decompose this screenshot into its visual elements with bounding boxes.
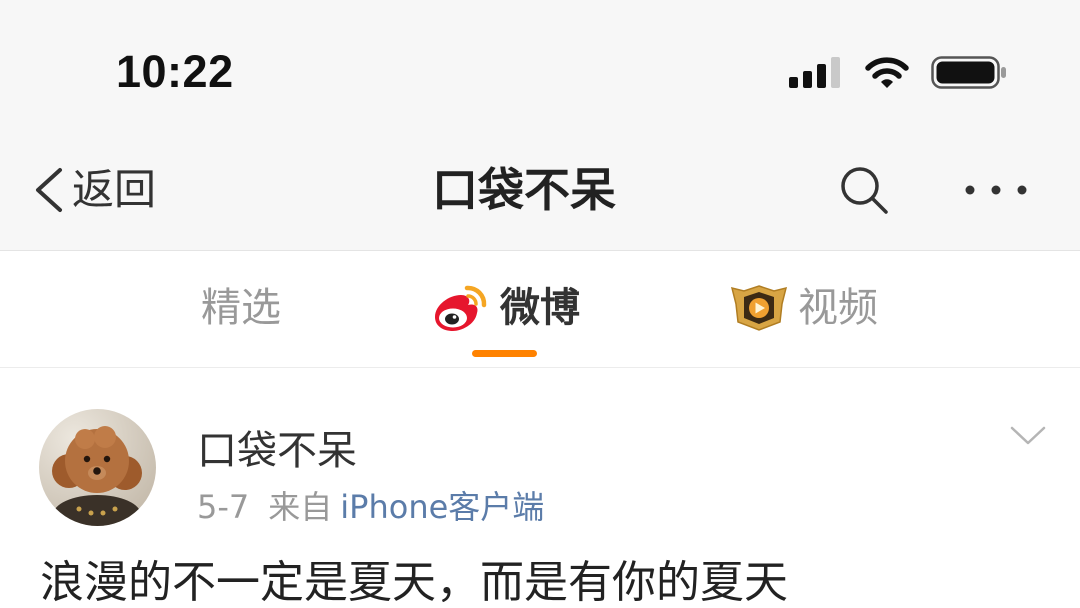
tab-video[interactable]: 视频: [728, 271, 888, 343]
more-icon[interactable]: [963, 183, 1029, 197]
tab-bar: 精选 微博 视频: [0, 251, 1080, 367]
post-author[interactable]: 口袋不呆: [197, 430, 357, 472]
active-tab-indicator: [472, 350, 537, 357]
page-title: 口袋不呆: [432, 163, 616, 217]
tab-label: 视频: [798, 285, 878, 331]
signal-bars-icon: [789, 57, 840, 88]
back-label: 返回: [72, 165, 157, 214]
status-time: 10:22: [116, 46, 234, 97]
post-meta: 5-7 来自 iPhone客户端: [197, 490, 544, 524]
weibo-logo-icon: [435, 285, 487, 331]
post-source-link[interactable]: iPhone客户端: [340, 488, 544, 526]
back-button[interactable]: 返回: [28, 160, 168, 220]
avatar[interactable]: [39, 409, 156, 526]
video-badge-icon: [730, 285, 788, 331]
battery-icon: [931, 56, 1006, 89]
search-icon[interactable]: [838, 164, 890, 216]
chevron-left-icon: [36, 168, 62, 212]
post-source-prefix: 来自: [268, 488, 333, 526]
tab-label: 微博: [500, 285, 580, 331]
chevron-down-icon[interactable]: [1010, 425, 1046, 447]
post-text[interactable]: 浪漫的不一定是夏天，而是有你的夏天: [40, 561, 788, 605]
wifi-icon: [865, 57, 909, 88]
tabbar-divider: [0, 367, 1080, 368]
tab-label: 精选: [201, 285, 281, 331]
post-date: 5-7: [197, 488, 250, 526]
header: 10:22 返回 口袋不呆: [0, 0, 1080, 250]
tab-weibo[interactable]: 微博: [428, 271, 588, 343]
tab-featured[interactable]: 精选: [141, 271, 341, 343]
